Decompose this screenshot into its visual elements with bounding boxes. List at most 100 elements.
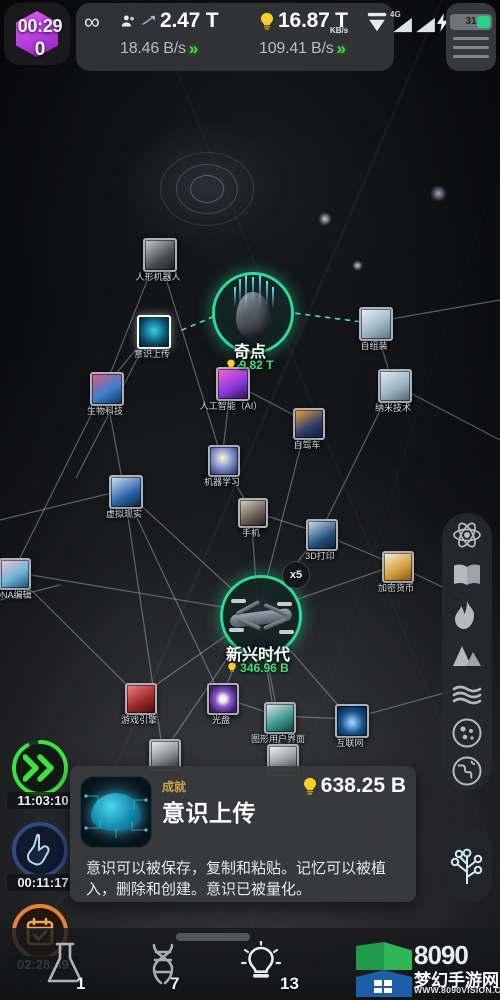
node-label-nanotech: 纳米技术	[374, 403, 412, 413]
resource-panel[interactable]: ∞ 2.47 T 18.46 B/s » 16.87 T 109.41 B/s …	[76, 3, 394, 71]
spike-2	[245, 275, 247, 309]
battery-level-label: 31	[465, 16, 477, 27]
watermark: 8090 梦幻手游网 WWW.8090VISION.COM	[356, 940, 500, 998]
drone-rotor-3	[229, 628, 244, 632]
rail-item-water[interactable]	[450, 678, 484, 712]
spike-3	[252, 277, 254, 301]
node-thumbnail-nanotech	[378, 369, 412, 403]
atom-icon	[453, 522, 481, 548]
node-label-artificial-intel: 人工智能（AI）	[199, 401, 263, 411]
genetics-count: 7	[170, 974, 180, 993]
lightbulb-icon-nav	[240, 941, 282, 978]
arrow-growth-icon	[142, 15, 155, 25]
spike-1	[239, 279, 241, 307]
singularity-cost-row: 9.82 T	[180, 358, 320, 372]
prestige-hex-button[interactable]: 00:29 0	[4, 3, 70, 65]
node-thumbnail-3d-printing	[306, 519, 338, 551]
node-label-dna-editing: DNA编辑	[0, 590, 32, 600]
spike-4	[259, 275, 261, 308]
achievement-description: 意识可以被保存，复制和粘贴。记忆可以被植入，删除和创建。意识已被量化。	[86, 860, 387, 899]
watermark-window	[374, 980, 392, 993]
achievement-cost: 638.25 B	[320, 774, 406, 797]
network-speed-unit: KB/s	[330, 26, 349, 35]
menu-button[interactable]: 31	[446, 3, 496, 71]
home-indicator	[176, 933, 250, 941]
rail-item-fire[interactable]	[450, 598, 484, 632]
achievement-cost-row: 638.25 B	[302, 774, 406, 798]
science-rate: 109.41 B/s	[259, 40, 334, 57]
node-label-machine-learning: 机器学习	[203, 477, 241, 487]
achievement-popup[interactable]: 成就 意识上传 638.25 B 意识可以被保存，复制和粘贴。记忆可以被植入，删…	[70, 766, 416, 902]
lightbulb-icon-small-2	[228, 662, 236, 672]
circuit-lines	[84, 794, 148, 838]
battery-body: 31	[450, 14, 492, 30]
book-icon	[454, 564, 480, 585]
node-thumbnail-optical-disc	[207, 683, 239, 715]
mountain-icon	[453, 646, 481, 666]
status-bar: 00:29 0 ∞ 2.47 T 18.46 B/s » 16.87 T 109…	[0, 0, 500, 72]
category-rail	[442, 513, 492, 791]
node-label-mobile-phone: 手机	[241, 528, 261, 538]
nav-item-research[interactable]: 1	[10, 934, 120, 994]
menu-line-3	[453, 55, 489, 58]
rail-item-cell[interactable]	[450, 716, 484, 750]
population-value: 2.47 T	[160, 9, 219, 32]
fast-forward-time: 11:03:10	[7, 792, 79, 809]
node-thumbnail-humanoid-robot	[143, 238, 177, 272]
double-chevron-right-icon	[23, 754, 54, 782]
emerging-era-cost: 346.96 B	[240, 661, 289, 675]
water-waves-icon	[452, 685, 482, 705]
node-thumbnail-mind-upload	[137, 315, 171, 349]
globe-icon	[452, 756, 482, 786]
watermark-roof-right	[384, 942, 412, 970]
game-screen: 00:29 0 ∞ 2.47 T 18.46 B/s » 16.87 T 109…	[0, 0, 500, 1000]
achievement-thumbnail	[80, 776, 152, 848]
double-chevron-right-icon: »	[188, 39, 199, 58]
node-label-game-engine: 游戏引擎	[120, 715, 158, 725]
singularity-cost: 9.82 T	[239, 358, 274, 372]
population-rate: 18.46 B/s	[120, 40, 186, 57]
signal-bars-icon-2	[416, 17, 435, 33]
emerging-era-multiplier: x5	[282, 561, 310, 589]
nav-item-genetics[interactable]: 7	[108, 934, 218, 994]
system-indicators: 4G 31	[367, 3, 497, 71]
download-arrow-icon	[367, 12, 387, 32]
node-thumbnail-machine-learning	[208, 445, 240, 477]
node-thumbnail-self-assembly	[359, 307, 393, 341]
rail-item-earth[interactable]	[450, 754, 484, 788]
timer-fast-forward[interactable]: 11:03:10	[7, 738, 79, 809]
node-label-virtual-reality: 虚拟现实	[105, 509, 143, 519]
watermark-url: WWW.8090VISION.COM	[414, 985, 500, 995]
node-label-self-driving-car: 自驾车	[293, 440, 321, 450]
spike-6	[234, 287, 236, 307]
node-thumbnail-game-engine	[125, 683, 157, 715]
lightbulb-icon-achievement	[303, 777, 316, 795]
menu-line-2	[453, 46, 489, 49]
fire-icon	[455, 600, 474, 629]
drone-rotor-2	[277, 602, 292, 606]
spike-5	[266, 281, 268, 307]
spike-7	[272, 287, 274, 309]
signal-bars-icon-1	[393, 17, 412, 33]
drone-rotor-4	[279, 630, 294, 634]
node-label-self-assembly: 自组装	[360, 341, 388, 351]
node-label-biotech: 生物科技	[86, 406, 124, 416]
node-thumbnail-internet	[335, 704, 369, 738]
node-label-3d-printing: 3D打印	[305, 551, 335, 561]
timer-tap-boost[interactable]: 00:11:17	[7, 820, 79, 891]
node-thumbnail-dna-editing	[0, 558, 31, 590]
emerging-era-cost-row: 346.96 B	[186, 661, 330, 675]
node-label-mind-upload: 意识上传	[133, 349, 171, 359]
nav-item-ideas[interactable]: 13	[206, 934, 316, 994]
rail-item-mountain[interactable]	[450, 638, 484, 672]
node-thumbnail-cryptocurrency	[382, 551, 414, 583]
rail-item-atom[interactable]	[450, 518, 484, 552]
rail-item-book[interactable]	[450, 558, 484, 592]
node-thumbnail-biotech	[90, 372, 124, 406]
achievement-kind: 成就	[162, 780, 187, 794]
menu-line-1	[453, 37, 489, 40]
tech-tree-button[interactable]	[442, 828, 492, 902]
infinity-indicator: ∞	[84, 9, 100, 35]
node-thumbnail-virtual-reality	[109, 475, 143, 509]
node-thumbnail-mobile-phone	[238, 498, 268, 528]
